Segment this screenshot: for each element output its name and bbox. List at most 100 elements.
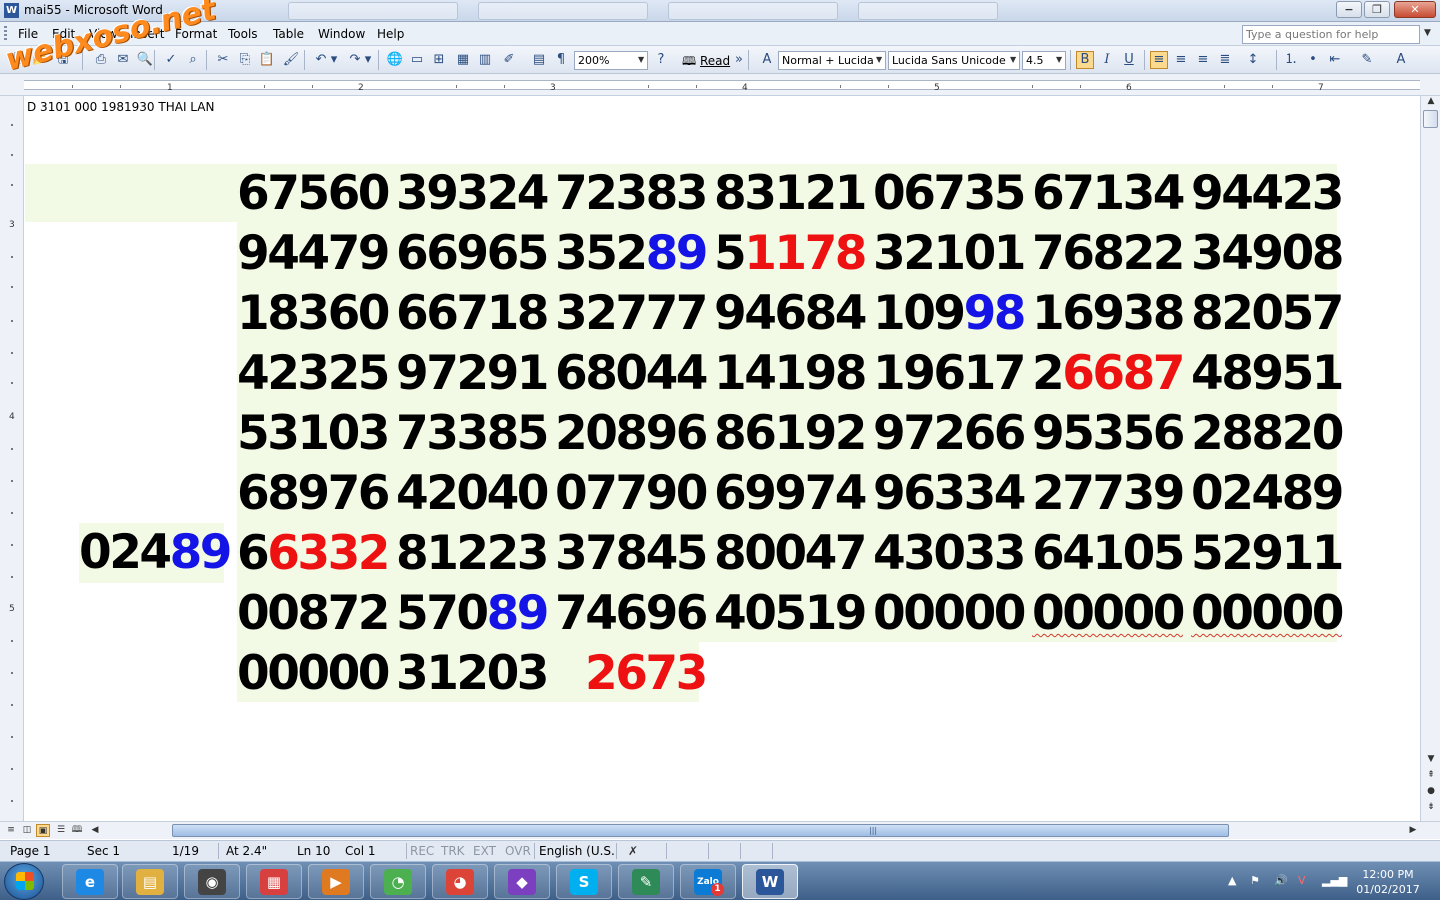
bullets-icon[interactable]: • (1304, 51, 1322, 69)
status-page-count[interactable]: 1/19 (172, 844, 199, 858)
drawing-icon[interactable]: ✐ (500, 51, 518, 69)
volume-icon[interactable]: 🔊 (1274, 874, 1288, 887)
taskbar-chrome-browser[interactable]: ◕ (432, 864, 488, 899)
antivirus-icon[interactable]: V (1298, 874, 1306, 887)
taskbar-coccoc-browser[interactable]: ◔ (370, 864, 426, 899)
close-button[interactable]: ✕ (1394, 1, 1436, 18)
research-icon[interactable]: ⌕ (184, 51, 202, 69)
font-select[interactable]: Lucida Sans Unicode (888, 51, 1020, 70)
taskbar-skype[interactable]: S (556, 864, 612, 899)
status-column[interactable]: Col 1 (345, 844, 376, 858)
help-dropdown-icon[interactable]: ▼ (1424, 28, 1431, 38)
zoom-select[interactable]: 200% (574, 51, 648, 70)
style-dropdown-icon[interactable]: ▼ (876, 55, 882, 64)
font-size-dropdown-icon[interactable]: ▼ (1056, 55, 1062, 64)
action-center-icon[interactable]: ⚑ (1250, 874, 1260, 887)
toolbar-grip[interactable] (4, 26, 7, 42)
taskbar-feather-app[interactable]: ✎ (618, 864, 674, 899)
align-right-icon[interactable]: ≡ (1194, 51, 1212, 69)
justify-icon[interactable]: ≣ (1216, 51, 1234, 69)
style-select[interactable]: Normal + Lucida (778, 51, 886, 70)
highlight-icon[interactable]: ✎ (1358, 51, 1376, 69)
underline-button[interactable]: U (1120, 51, 1138, 69)
document-page[interactable]: D 3101 000 1981930 THAI LAN 67560 39324 72… (25, 96, 1420, 821)
tables-borders-icon[interactable]: ▭ (408, 51, 426, 69)
maximize-button[interactable]: ❐ (1364, 1, 1390, 18)
line-spacing-icon[interactable]: ↕ (1244, 51, 1262, 69)
status-trk[interactable]: TRK (441, 844, 465, 858)
print-preview-icon[interactable]: 🔍 (136, 51, 154, 69)
mail-icon[interactable]: ✉ (114, 51, 132, 69)
spelling-status-icon[interactable]: ✗ (628, 844, 638, 858)
status-section[interactable]: Sec 1 (87, 844, 120, 858)
font-color-icon[interactable]: A (1392, 51, 1410, 69)
columns-icon[interactable]: ▥ (476, 51, 494, 69)
tray-expand-icon[interactable]: ▲ (1228, 874, 1236, 887)
vertical-ruler[interactable]: 3 4 5 (0, 96, 24, 821)
decrease-indent-icon[interactable]: ⇤ (1326, 51, 1344, 69)
numbering-icon[interactable]: ⒈ (1282, 51, 1300, 69)
zoom-dropdown-icon[interactable]: ▼ (638, 55, 644, 64)
help-icon[interactable]: ? (652, 51, 670, 69)
document-map-icon[interactable]: ▤ (530, 51, 548, 69)
show-formatting-icon[interactable]: ¶ (552, 51, 570, 69)
redo-dropdown-icon[interactable]: ▾ (362, 51, 374, 69)
next-page-icon[interactable]: ⇟ (1423, 802, 1439, 816)
undo-dropdown-icon[interactable]: ▾ (328, 51, 340, 69)
styles-formatting-icon[interactable]: A (758, 51, 776, 69)
word-app-icon[interactable]: W (4, 3, 19, 18)
reading-layout-icon[interactable]: 🕮 (70, 824, 84, 837)
align-center-icon[interactable]: ≡ (1172, 51, 1190, 69)
cut-icon[interactable]: ✂ (214, 51, 232, 69)
status-ext[interactable]: EXT (473, 844, 496, 858)
hyperlink-icon[interactable]: 🌐 (386, 51, 404, 69)
outline-view-icon[interactable]: ☰ (54, 824, 68, 837)
system-clock[interactable]: 12:00 PM 01/02/2017 (1352, 867, 1424, 897)
horizontal-scroll-thumb[interactable]: ||| (172, 824, 1229, 837)
paste-icon[interactable]: 📋 (258, 51, 276, 69)
print-layout-icon[interactable]: ▣ (36, 824, 50, 837)
taskbar-internet-explorer[interactable]: e (62, 864, 118, 899)
scroll-right-icon[interactable]: ▶ (1406, 824, 1420, 837)
copy-icon[interactable]: ⎘ (236, 51, 254, 69)
status-at[interactable]: At 2.4" (226, 844, 267, 858)
normal-view-icon[interactable]: ≡ (4, 824, 18, 837)
menu-window[interactable]: Window (318, 27, 365, 41)
horizontal-ruler[interactable]: 1 2 3 4 5 6 7 (0, 74, 1440, 96)
scroll-up-icon[interactable]: ▲ (1423, 96, 1439, 110)
taskbar-word[interactable]: W (742, 864, 798, 899)
select-browse-object-icon[interactable]: ● (1423, 786, 1439, 800)
italic-button[interactable]: I (1098, 51, 1116, 69)
status-page[interactable]: Page 1 (10, 844, 51, 858)
status-line[interactable]: Ln 10 (297, 844, 330, 858)
vertical-scroll-thumb[interactable] (1423, 110, 1438, 128)
status-ovr[interactable]: OVR (505, 844, 531, 858)
format-painter-icon[interactable]: 🖌 (282, 51, 300, 69)
status-language[interactable]: English (U.S. (539, 844, 615, 858)
help-search-input[interactable]: Type a question for help (1242, 25, 1420, 44)
scroll-left-icon[interactable]: ◀ (88, 824, 102, 837)
horizontal-scrollbar[interactable]: ≡ ◫ ▣ ☰ 🕮 ◀ ||| ▶ (0, 821, 1440, 839)
menu-help[interactable]: Help (377, 27, 404, 41)
web-layout-icon[interactable]: ◫ (20, 824, 34, 837)
taskbar-camera-app[interactable]: ◉ (184, 864, 240, 899)
insert-excel-icon[interactable]: ▦ (454, 51, 472, 69)
minimize-button[interactable]: − (1336, 1, 1362, 18)
taskbar-file-explorer[interactable]: ▤ (122, 864, 178, 899)
previous-page-icon[interactable]: ⇞ (1423, 770, 1439, 784)
taskbar-media-player[interactable]: ▶ (308, 864, 364, 899)
font-dropdown-icon[interactable]: ▼ (1010, 55, 1016, 64)
vertical-scrollbar[interactable]: ▲ ▼ ⇞ ● ⇟ (1420, 96, 1440, 821)
taskbar-paint-app[interactable]: ▦ (246, 864, 302, 899)
bold-button[interactable]: B (1076, 51, 1094, 69)
spelling-icon[interactable]: ✓ (162, 51, 180, 69)
insert-table-icon[interactable]: ⊞ (430, 51, 448, 69)
status-rec[interactable]: REC (410, 844, 434, 858)
menu-tools[interactable]: Tools (228, 27, 258, 41)
read-button[interactable]: 🕮 Read (682, 52, 730, 73)
toolbar-options-icon[interactable]: » (734, 51, 744, 69)
scroll-down-icon[interactable]: ▼ (1423, 754, 1439, 768)
network-icon[interactable]: ▂▄▆ (1322, 874, 1347, 887)
align-left-icon[interactable]: ≡ (1150, 51, 1168, 69)
taskbar-visual-studio[interactable]: ◆ (494, 864, 550, 899)
